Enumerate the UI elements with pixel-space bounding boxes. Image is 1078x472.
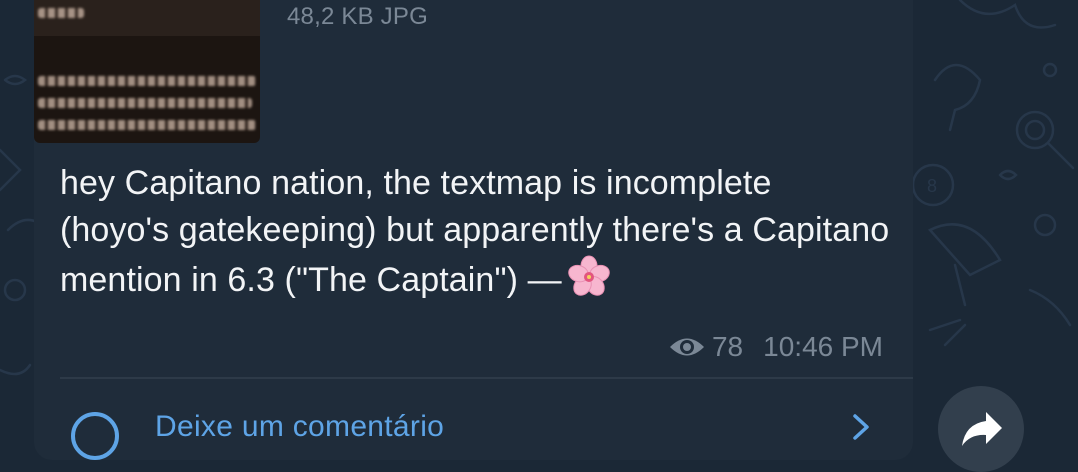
thumbnail-text-line (38, 120, 256, 130)
thumbnail-header-strip (34, 0, 260, 36)
cherry-blossom-icon (567, 255, 610, 296)
svg-text:8: 8 (927, 176, 937, 196)
chevron-right-icon (853, 414, 869, 440)
thumbnail-text-line (38, 98, 252, 108)
message-text: hey Capitano nation, the textmap is inco… (60, 160, 890, 304)
share-arrow-icon (962, 412, 1002, 446)
thumbnail-text-line (38, 76, 256, 86)
thumbnail-text-line (38, 8, 84, 18)
message-meta: 78 10:46 PM (668, 327, 883, 367)
view-count: 78 (711, 331, 744, 362)
comments-divider (60, 377, 913, 379)
leave-comment-button[interactable]: Deixe um comentário (60, 390, 890, 460)
comment-bubble-icon (71, 412, 119, 460)
share-button[interactable] (938, 386, 1024, 472)
image-thumbnail[interactable] (34, 0, 260, 143)
message-time: 10:46 PM (763, 331, 883, 362)
file-info: 48,2 KB JPG (287, 3, 428, 30)
eye-icon (669, 338, 704, 356)
message-body: hey Capitano nation, the textmap is inco… (60, 164, 890, 299)
